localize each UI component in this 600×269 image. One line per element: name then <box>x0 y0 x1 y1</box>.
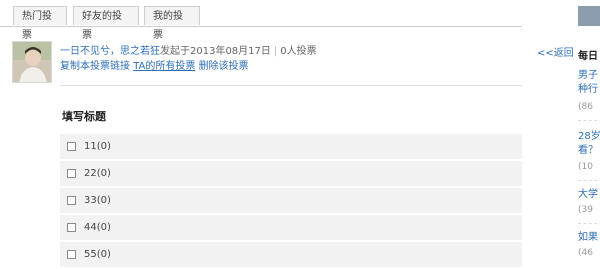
delete-poll-link[interactable]: 删除该投票 <box>199 61 249 72</box>
sidebar-item-link[interactable]: 如果 <box>578 231 600 245</box>
poll-options: 11(0) 22(0) 33(0) 44(0) 55(0) <box>60 134 522 269</box>
sidebar-item-count: (46 <box>578 248 593 258</box>
option-label: 33(0) <box>84 195 111 206</box>
option-checkbox[interactable] <box>67 169 76 178</box>
poll-option[interactable]: 22(0) <box>60 161 522 186</box>
sidebar-item-count: (39 <box>578 205 593 215</box>
vote-tabs: 热门投票 好友的投票 我的投票 <box>0 0 540 41</box>
vote-count: 0人投票 <box>280 46 317 57</box>
option-checkbox[interactable] <box>67 223 76 232</box>
option-label: 55(0) <box>84 249 111 260</box>
poll-meta: 一日不见兮，思之若狂发起于2013年08月17日 | 0人投票 复制本投票链接 TA… <box>60 44 540 74</box>
sidebar-divider <box>578 180 600 181</box>
sidebar-header-bar <box>578 6 600 26</box>
option-label: 44(0) <box>84 222 111 233</box>
tab-friends-polls[interactable]: 好友的投票 <box>73 6 139 41</box>
avatar-image-icon <box>13 42 51 82</box>
sidebar-divider <box>578 120 600 121</box>
poll-option[interactable]: 55(0) <box>60 242 522 267</box>
sidebar-item-link[interactable]: 看？ <box>578 144 600 158</box>
copy-link[interactable]: 复制本投票链接 <box>60 61 130 72</box>
divider <box>60 85 522 86</box>
meta-separator: | <box>273 46 278 57</box>
tab-hot-polls[interactable]: 热门投票 <box>13 6 67 41</box>
tab-my-polls[interactable]: 我的投票 <box>144 6 200 41</box>
sidebar-heading: 每日 <box>578 51 598 62</box>
sidebar-item-count: (86 <box>578 102 593 112</box>
sidebar-item-link[interactable]: 大学 <box>578 188 600 202</box>
option-checkbox[interactable] <box>67 250 76 259</box>
created-date: 发起于2013年08月17日 <box>160 46 271 57</box>
poll-option[interactable]: 33(0) <box>60 188 522 213</box>
avatar[interactable] <box>12 41 52 83</box>
sidebar-item-link[interactable]: 种行 <box>578 83 600 97</box>
poll-option[interactable]: 11(0) <box>60 134 522 159</box>
option-checkbox[interactable] <box>67 142 76 151</box>
poll-title: 填写标题 <box>62 110 106 123</box>
sidebar-item-count: (10 <box>578 162 593 172</box>
option-checkbox[interactable] <box>67 196 76 205</box>
sidebar-item-link[interactable]: 男子 <box>578 69 600 83</box>
sidebar-item-link[interactable]: 28岁 <box>578 130 600 144</box>
daily-sidebar: 每日 男子 种行 (86 28岁 看？ (10 大学 (39 如果 (46 <box>578 0 600 269</box>
tabs-baseline <box>0 26 522 27</box>
back-link[interactable]: <<返回 <box>537 44 574 59</box>
poll-option[interactable]: 44(0) <box>60 215 522 240</box>
option-label: 11(0) <box>84 141 111 152</box>
all-polls-link[interactable]: TA的所有投票 <box>133 61 195 72</box>
sidebar-divider <box>578 223 600 224</box>
option-label: 22(0) <box>84 168 111 179</box>
author-link[interactable]: 一日不见兮，思之若狂 <box>60 46 160 57</box>
